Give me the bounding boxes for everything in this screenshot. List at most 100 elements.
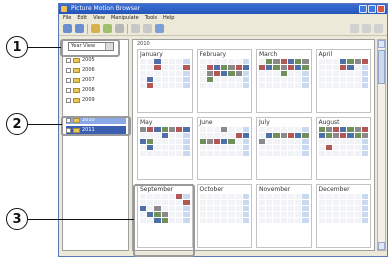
day-cell[interactable]: [259, 194, 266, 200]
day-cell[interactable]: [295, 83, 302, 88]
menu-file[interactable]: File: [63, 14, 71, 22]
day-cell[interactable]: [318, 206, 325, 212]
day-cell[interactable]: [280, 144, 287, 150]
day-cell[interactable]: [228, 83, 235, 88]
day-cell[interactable]: [259, 77, 266, 82]
day-cell[interactable]: [340, 77, 347, 82]
day-cell[interactable]: [228, 132, 235, 138]
day-cell[interactable]: [259, 83, 266, 88]
day-cell[interactable]: [199, 83, 206, 88]
day-cell[interactable]: [259, 126, 266, 132]
day-cell[interactable]: [235, 144, 242, 150]
day-cell[interactable]: [206, 150, 213, 156]
day-cell[interactable]: [340, 138, 347, 144]
day-cell[interactable]: [302, 59, 309, 64]
day-cell[interactable]: [161, 144, 168, 150]
menu-tools[interactable]: Tools: [145, 14, 157, 22]
day-cell[interactable]: [176, 126, 183, 132]
day-cell[interactable]: [318, 150, 325, 156]
day-cell[interactable]: [242, 126, 249, 132]
day-cell[interactable]: [295, 59, 302, 64]
day-cell[interactable]: [176, 83, 183, 88]
expand-icon[interactable]: [66, 67, 71, 73]
day-cell[interactable]: [199, 138, 206, 144]
day-cell[interactable]: [295, 138, 302, 144]
day-cell[interactable]: [273, 150, 280, 156]
day-cell[interactable]: [221, 83, 228, 88]
slideshow-icon[interactable]: [155, 24, 164, 33]
month-panel[interactable]: January: [137, 49, 193, 113]
day-cell[interactable]: [287, 144, 295, 150]
day-cell[interactable]: [242, 200, 249, 206]
day-cell[interactable]: [332, 126, 340, 132]
day-cell[interactable]: [168, 77, 176, 82]
folder-item[interactable]: 2007: [66, 76, 126, 84]
day-cell[interactable]: [302, 144, 309, 150]
day-cell[interactable]: [266, 144, 273, 150]
day-cell[interactable]: [147, 150, 154, 156]
day-cell[interactable]: [302, 150, 309, 156]
day-cell[interactable]: [206, 77, 213, 82]
day-cell[interactable]: [332, 144, 340, 150]
day-cell[interactable]: [213, 194, 221, 200]
day-cell[interactable]: [347, 212, 354, 218]
day-cell[interactable]: [168, 126, 176, 132]
day-cell[interactable]: [147, 65, 154, 70]
day-cell[interactable]: [213, 132, 221, 138]
menu-help[interactable]: Help: [163, 14, 174, 22]
day-cell[interactable]: [332, 83, 340, 88]
day-cell[interactable]: [340, 132, 347, 138]
day-cell[interactable]: [273, 218, 280, 224]
day-cell[interactable]: [295, 77, 302, 82]
day-cell[interactable]: [273, 144, 280, 150]
day-cell[interactable]: [318, 138, 325, 144]
day-cell[interactable]: [287, 138, 295, 144]
day-cell[interactable]: [266, 83, 273, 88]
day-cell[interactable]: [347, 65, 354, 70]
day-cell[interactable]: [302, 138, 309, 144]
day-cell[interactable]: [228, 71, 235, 76]
day-cell[interactable]: [295, 144, 302, 150]
day-cell[interactable]: [302, 194, 309, 200]
day-cell[interactable]: [161, 126, 168, 132]
day-cell[interactable]: [302, 83, 309, 88]
day-cell[interactable]: [168, 83, 176, 88]
day-cell[interactable]: [354, 194, 361, 200]
day-cell[interactable]: [340, 65, 347, 70]
day-cell[interactable]: [287, 65, 295, 70]
day-cell[interactable]: [176, 144, 183, 150]
day-cell[interactable]: [266, 132, 273, 138]
day-cell[interactable]: [161, 150, 168, 156]
day-cell[interactable]: [340, 218, 347, 224]
day-cell[interactable]: [318, 83, 325, 88]
day-cell[interactable]: [154, 132, 161, 138]
day-cell[interactable]: [242, 138, 249, 144]
expand-icon[interactable]: [66, 87, 71, 93]
day-cell[interactable]: [318, 200, 325, 206]
day-cell[interactable]: [354, 206, 361, 212]
day-cell[interactable]: [242, 65, 249, 70]
day-cell[interactable]: [280, 126, 287, 132]
day-cell[interactable]: [206, 194, 213, 200]
day-cell[interactable]: [242, 144, 249, 150]
day-cell[interactable]: [280, 200, 287, 206]
day-cell[interactable]: [235, 206, 242, 212]
day-cell[interactable]: [235, 71, 242, 76]
day-cell[interactable]: [242, 194, 249, 200]
day-cell[interactable]: [361, 200, 368, 206]
day-cell[interactable]: [302, 200, 309, 206]
day-cell[interactable]: [213, 144, 221, 150]
day-cell[interactable]: [147, 138, 154, 144]
day-cell[interactable]: [325, 138, 332, 144]
day-cell[interactable]: [221, 65, 228, 70]
day-cell[interactable]: [228, 77, 235, 82]
day-cell[interactable]: [325, 212, 332, 218]
day-cell[interactable]: [259, 206, 266, 212]
day-cell[interactable]: [206, 200, 213, 206]
day-cell[interactable]: [161, 77, 168, 82]
day-cell[interactable]: [221, 150, 228, 156]
day-cell[interactable]: [183, 132, 190, 138]
day-cell[interactable]: [206, 132, 213, 138]
day-cell[interactable]: [295, 212, 302, 218]
day-cell[interactable]: [154, 59, 161, 64]
